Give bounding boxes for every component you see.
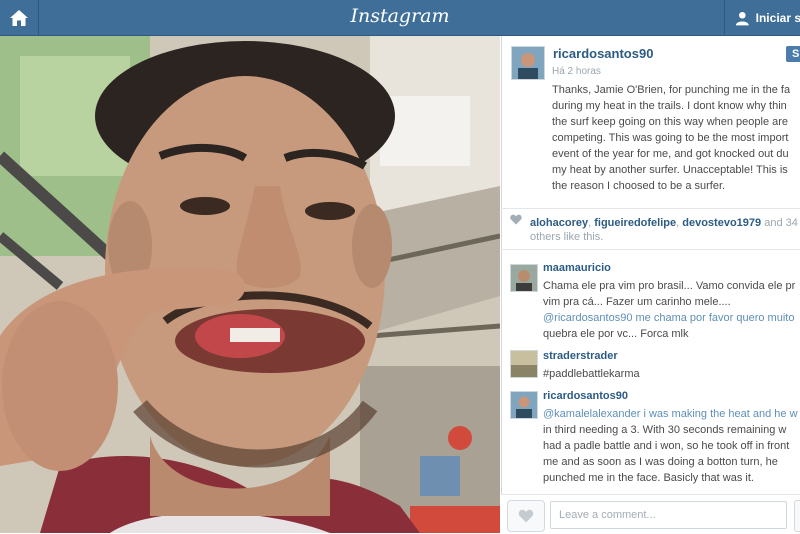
comment-mention-line[interactable]: @kamalelalexander i was making the heat …	[543, 408, 798, 420]
post-caption: Thanks, Jamie O'Brien, for punching me i…	[552, 82, 800, 194]
top-nav-bar: Instagram Iniciar s	[0, 0, 800, 36]
likes-count[interactable]: and 34	[764, 217, 798, 229]
like-user[interactable]: alohacorey	[530, 217, 588, 229]
brand-logo[interactable]: Instagram	[0, 5, 800, 27]
likes-others: others like this.	[530, 231, 604, 243]
caption-line: event of the year for me, and got knocke…	[552, 148, 789, 160]
post-timestamp: Há 2 horas	[552, 66, 601, 77]
comment-line: vim pra cá... Fazer um carinho mele....	[543, 296, 731, 308]
avatar-image	[511, 265, 537, 291]
comment-line[interactable]: #paddlebattlekarma	[543, 366, 800, 382]
owner-username[interactable]: ricardosantos90	[553, 46, 653, 61]
login-button[interactable]: Iniciar s	[724, 0, 800, 35]
heart-icon	[518, 509, 534, 523]
comment-line: me and as soon as I was doing a botton t…	[543, 456, 778, 468]
comment-text: #paddlebattlekarma	[543, 366, 800, 382]
follow-button[interactable]: S	[786, 46, 800, 62]
photo-illustration	[0, 36, 500, 533]
avatar-image	[512, 47, 544, 79]
heart-icon	[510, 214, 522, 225]
owner-avatar[interactable]	[511, 46, 545, 80]
comment-input[interactable]	[550, 501, 787, 529]
comment-avatar[interactable]	[510, 264, 538, 292]
caption-line: during my heat in the trails. I dont kno…	[552, 100, 787, 112]
more-options-button[interactable]	[794, 500, 800, 532]
post-photo	[0, 36, 500, 533]
comment-line: had a padle battle and i won, so he took…	[543, 440, 790, 452]
comment-line: in third needing a 3. With 30 seconds re…	[543, 424, 787, 436]
caption-line: competing. This was going to be the most…	[552, 132, 789, 144]
avatar-image	[511, 392, 537, 418]
caption-line: the surf keep going on this way when peo…	[552, 116, 789, 128]
comment-line: @kamalelalexander i was making the heat …	[543, 406, 800, 422]
like-user[interactable]: figueiredofelipe	[594, 217, 676, 229]
comment-username[interactable]: ricardosantos90	[543, 390, 628, 402]
caption-line: Thanks, Jamie O'Brien, for punching me i…	[552, 84, 791, 96]
comment-avatar[interactable]	[510, 350, 538, 378]
likes-text: alohacorey, figueiredofelipe, devostevo1…	[530, 217, 798, 243]
comment-line: quebra ele por vc... Forca mlk	[543, 328, 689, 340]
avatar-image	[511, 351, 537, 377]
caption-line: the reason I choosed to be a surfer.	[552, 180, 726, 192]
comment-avatar[interactable]	[510, 391, 538, 419]
comment-text: @kamalelalexander i was making the heat …	[543, 406, 800, 486]
caption-line: my heat by another surfer. Unacceptable!…	[552, 164, 788, 176]
comment-line[interactable]: @ricardosantos90 me chama por favor quer…	[543, 310, 800, 326]
comment-line: punched me in the face. Basicly that was…	[543, 472, 754, 484]
comment-line: Chama ele pra vim pro brasil... Vamo con…	[543, 280, 796, 292]
user-icon	[735, 11, 749, 25]
comment-username[interactable]: maamauricio	[543, 262, 611, 274]
like-button[interactable]	[507, 500, 545, 532]
like-user[interactable]: devostevo1979	[682, 217, 761, 229]
login-label: Iniciar s	[755, 10, 800, 25]
comment-username[interactable]: straderstrader	[543, 350, 618, 362]
comment-text: Chama ele pra vim pro brasil... Vamo con…	[543, 278, 800, 342]
